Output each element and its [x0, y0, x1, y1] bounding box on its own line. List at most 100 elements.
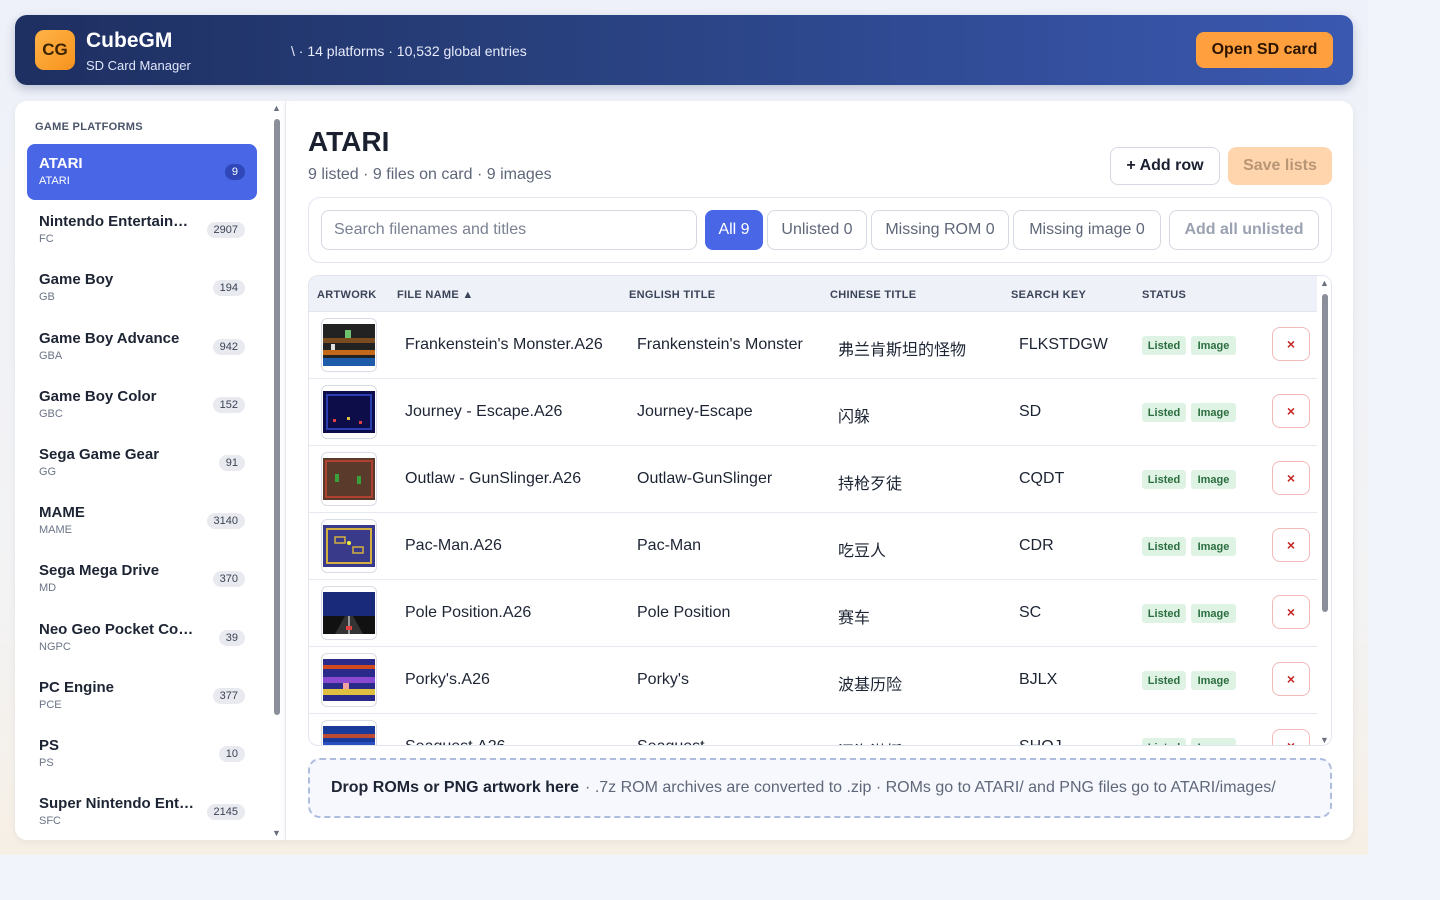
- table-row[interactable]: Pole Position.A26 Pole Position 赛车 SC Li…: [309, 580, 1317, 647]
- scroll-up-arrow-icon[interactable]: ▲: [272, 103, 281, 113]
- table-body: Frankenstein's Monster.A26 Frankenstein'…: [309, 312, 1317, 745]
- platform-name: Super Nintendo Entertainment System: [39, 795, 194, 813]
- image-badge: Image: [1191, 671, 1236, 690]
- delete-row-button[interactable]: ×: [1272, 662, 1310, 696]
- file-name[interactable]: Journey - Escape.A26: [405, 403, 605, 421]
- english-title[interactable]: Outlaw-GunSlinger: [637, 470, 809, 488]
- artwork-thumbnail[interactable]: [321, 586, 377, 640]
- artwork-thumbnail[interactable]: [321, 720, 377, 745]
- sidebar-item-gb[interactable]: Game Boy GB 194: [27, 260, 257, 316]
- add-all-unlisted-button[interactable]: Add all unlisted: [1169, 210, 1319, 250]
- delete-row-button[interactable]: ×: [1272, 327, 1310, 361]
- artwork-image: [323, 592, 375, 634]
- english-title[interactable]: Journey-Escape: [637, 403, 809, 421]
- search-key[interactable]: SD: [1019, 403, 1129, 421]
- artwork-thumbnail[interactable]: [321, 519, 377, 573]
- save-lists-button[interactable]: Save lists: [1228, 147, 1332, 185]
- table-row[interactable]: Journey - Escape.A26 Journey-Escape 闪躲 S…: [309, 379, 1317, 446]
- column-status[interactable]: STATUS: [1142, 289, 1186, 301]
- delete-row-button[interactable]: ×: [1272, 394, 1310, 428]
- english-title[interactable]: Porky's: [637, 671, 809, 689]
- english-title[interactable]: Pac-Man: [637, 537, 809, 555]
- column-chinese-title[interactable]: CHINESE TITLE: [830, 289, 916, 301]
- sidebar-item-ngpc[interactable]: Neo Geo Pocket Color NGPC 39: [27, 610, 257, 666]
- search-key[interactable]: FLKSTDGW: [1019, 336, 1129, 354]
- sidebar-scroll-thumb[interactable]: [274, 119, 280, 715]
- english-title[interactable]: Pole Position: [637, 604, 809, 622]
- column-english-title[interactable]: ENGLISH TITLE: [629, 289, 715, 301]
- platform-summary: 9 listed · 9 files on card · 9 images: [308, 166, 552, 183]
- column-file-name[interactable]: FILE NAME ▲: [397, 289, 474, 301]
- scroll-up-arrow-icon[interactable]: ▲: [1320, 278, 1329, 288]
- filter-missing-rom[interactable]: Missing ROM 0: [871, 210, 1009, 250]
- english-title[interactable]: Seaquest: [637, 738, 809, 745]
- search-key[interactable]: SHQJ: [1019, 738, 1129, 745]
- table-row[interactable]: Seaquest.A26 Seaquest 深海潜艇 SHQJ Listed I…: [309, 714, 1317, 745]
- english-title[interactable]: Frankenstein's Monster: [637, 336, 809, 354]
- filter-missing-image[interactable]: Missing image 0: [1013, 210, 1161, 250]
- chinese-title[interactable]: 赛车: [838, 604, 998, 628]
- scroll-down-arrow-icon[interactable]: ▼: [272, 828, 281, 838]
- sidebar-item-fc[interactable]: Nintendo Entertainment System FC 2907: [27, 202, 257, 258]
- artwork-thumbnail[interactable]: [321, 385, 377, 439]
- sidebar-item-md[interactable]: Sega Mega Drive MD 370: [27, 551, 257, 607]
- filter-all[interactable]: All 9: [705, 210, 763, 250]
- listed-badge: Listed: [1142, 738, 1186, 745]
- chinese-title[interactable]: 吃豆人: [838, 537, 998, 561]
- sidebar-item-atari[interactable]: ATARI ATARI 9: [27, 144, 257, 200]
- add-row-button[interactable]: + Add row: [1110, 147, 1220, 185]
- sidebar-item-mame[interactable]: MAME MAME 3140: [27, 493, 257, 549]
- table-row[interactable]: Porky's.A26 Porky's 波基历险 BJLX Listed Ima…: [309, 647, 1317, 714]
- table-scroll-thumb[interactable]: [1322, 294, 1328, 612]
- filter-unlisted[interactable]: Unlisted 0: [767, 210, 867, 250]
- column-search-key[interactable]: SEARCH KEY: [1011, 289, 1086, 301]
- platform-name: Game Boy Color: [39, 387, 157, 405]
- sidebar-scrollbar[interactable]: ▲ ▼: [271, 101, 285, 840]
- delete-row-button[interactable]: ×: [1272, 461, 1310, 495]
- artwork-image: [323, 391, 375, 433]
- search-key[interactable]: BJLX: [1019, 671, 1129, 689]
- table-header: ARTWORK FILE NAME ▲ ENGLISH TITLE CHINES…: [309, 276, 1317, 312]
- sidebar-item-gba[interactable]: Game Boy Advance GBA 942: [27, 319, 257, 375]
- listed-badge: Listed: [1142, 604, 1186, 623]
- file-name[interactable]: Frankenstein's Monster.A26: [405, 336, 605, 354]
- delete-row-button[interactable]: ×: [1272, 528, 1310, 562]
- sidebar-item-gg[interactable]: Sega Game Gear GG 91: [27, 435, 257, 491]
- artwork-thumbnail[interactable]: [321, 653, 377, 707]
- table-scrollbar[interactable]: ▲ ▼: [1317, 276, 1331, 745]
- chinese-title[interactable]: 弗兰肯斯坦的怪物: [838, 336, 998, 360]
- delete-row-button[interactable]: ×: [1272, 595, 1310, 629]
- file-name[interactable]: Seaquest.A26: [405, 738, 605, 745]
- chinese-title[interactable]: 深海潜艇: [838, 738, 998, 745]
- sidebar-item-ps[interactable]: PS PS 10: [27, 726, 257, 782]
- artwork-thumbnail[interactable]: [321, 452, 377, 506]
- sidebar-item-pce[interactable]: PC Engine PCE 377: [27, 668, 257, 724]
- app-logo: CG: [35, 30, 75, 70]
- image-badge: Image: [1191, 738, 1236, 745]
- platform-list: ATARI ATARI 9 Nintendo Entertainment Sys…: [27, 144, 257, 840]
- table-row[interactable]: Outlaw - GunSlinger.A26 Outlaw-GunSlinge…: [309, 446, 1317, 513]
- search-key[interactable]: SC: [1019, 604, 1129, 622]
- platform-count-badge: 2907: [206, 222, 245, 239]
- app-name: CubeGM: [86, 29, 173, 52]
- sidebar-item-sfc[interactable]: Super Nintendo Entertainment System SFC …: [27, 784, 257, 840]
- scroll-down-arrow-icon[interactable]: ▼: [1320, 735, 1329, 745]
- search-key[interactable]: CQDT: [1019, 470, 1129, 488]
- table-row[interactable]: Pac-Man.A26 Pac-Man 吃豆人 CDR Listed Image…: [309, 513, 1317, 580]
- delete-row-button[interactable]: ×: [1272, 729, 1310, 745]
- chinese-title[interactable]: 持枪歹徒: [838, 470, 998, 494]
- sidebar-item-gbc[interactable]: Game Boy Color GBC 152: [27, 377, 257, 433]
- artwork-thumbnail[interactable]: [321, 318, 377, 372]
- table-row[interactable]: Frankenstein's Monster.A26 Frankenstein'…: [309, 312, 1317, 379]
- chinese-title[interactable]: 闪躲: [838, 403, 998, 427]
- file-name[interactable]: Outlaw - GunSlinger.A26: [405, 470, 605, 488]
- file-name[interactable]: Pac-Man.A26: [405, 537, 605, 555]
- platform-count-badge: 194: [212, 280, 245, 297]
- file-drop-zone[interactable]: Drop ROMs or PNG artwork here · .7z ROM …: [308, 758, 1332, 818]
- search-key[interactable]: CDR: [1019, 537, 1129, 555]
- chinese-title[interactable]: 波基历险: [838, 671, 998, 695]
- file-name[interactable]: Porky's.A26: [405, 671, 605, 689]
- open-sd-card-button[interactable]: Open SD card: [1196, 32, 1333, 68]
- search-input[interactable]: [321, 210, 697, 250]
- file-name[interactable]: Pole Position.A26: [405, 604, 605, 622]
